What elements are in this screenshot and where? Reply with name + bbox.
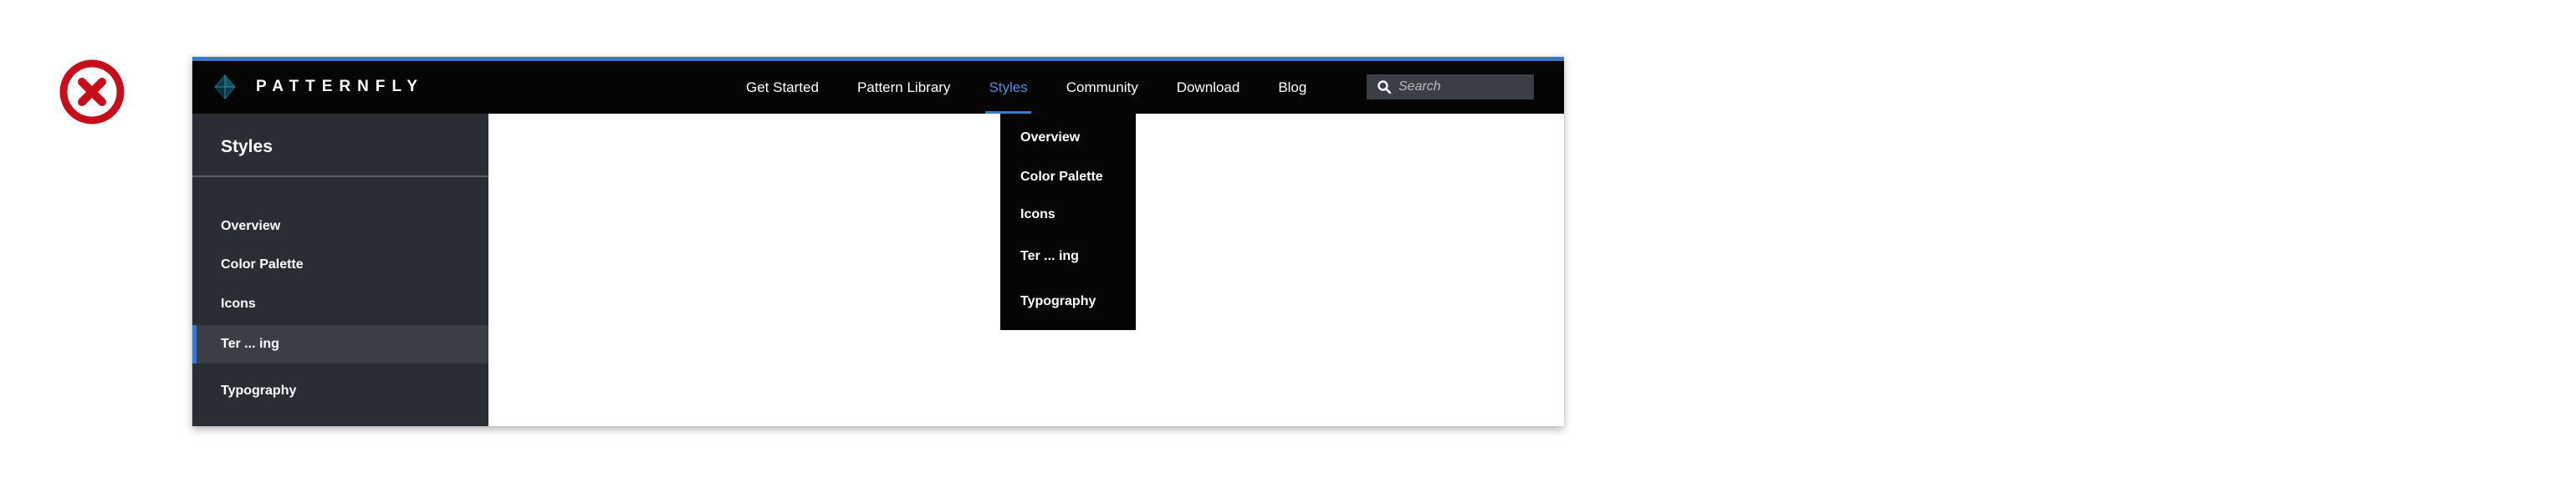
styles-dropdown-menu: Overview Color Palette Icons Ter ... ing… xyxy=(1000,114,1136,330)
nav-item-blog[interactable]: Blog xyxy=(1278,61,1306,114)
patternfly-logo-icon xyxy=(214,74,236,99)
dropdown-item-icons[interactable]: Icons xyxy=(1020,207,1055,222)
dropdown-item-color-palette[interactable]: Color Palette xyxy=(1020,170,1103,185)
sidebar-item-color-palette[interactable]: Color Palette xyxy=(192,246,488,284)
search-input[interactable] xyxy=(1398,79,1524,94)
dropdown-item-ter-ing[interactable]: Ter ... ing xyxy=(1020,249,1079,264)
search-box[interactable] xyxy=(1367,74,1534,99)
sidebar-divider xyxy=(192,175,488,177)
search-icon xyxy=(1377,80,1392,94)
app-frame: PATTERNFLY Get Started Pattern Library S… xyxy=(192,57,1564,426)
top-navbar: PATTERNFLY Get Started Pattern Library S… xyxy=(192,61,1564,114)
nav-item-community[interactable]: Community xyxy=(1066,61,1138,114)
sidebar: Styles Overview Color Palette Icons Ter … xyxy=(192,114,488,426)
dropdown-item-typography[interactable]: Typography xyxy=(1020,294,1096,309)
dropdown-item-overview[interactable]: Overview xyxy=(1020,130,1080,145)
nav-item-pattern-library[interactable]: Pattern Library xyxy=(857,61,951,114)
brand[interactable]: PATTERNFLY xyxy=(212,73,424,101)
error-x-icon xyxy=(59,59,125,125)
sidebar-item-overview[interactable]: Overview xyxy=(192,207,488,246)
nav-item-styles[interactable]: Styles xyxy=(985,61,1032,114)
nav-item-get-started[interactable]: Get Started xyxy=(746,61,819,114)
brand-name: PATTERNFLY xyxy=(256,78,425,95)
main-nav: Get Started Pattern Library Styles Commu… xyxy=(746,61,1345,114)
sidebar-item-ter-ing[interactable]: Ter ... ing xyxy=(192,325,488,364)
sidebar-item-typography[interactable]: Typography xyxy=(192,372,488,410)
sidebar-item-icons[interactable]: Icons xyxy=(192,285,488,323)
sidebar-title: Styles xyxy=(221,137,273,156)
nav-item-download[interactable]: Download xyxy=(1177,61,1240,114)
